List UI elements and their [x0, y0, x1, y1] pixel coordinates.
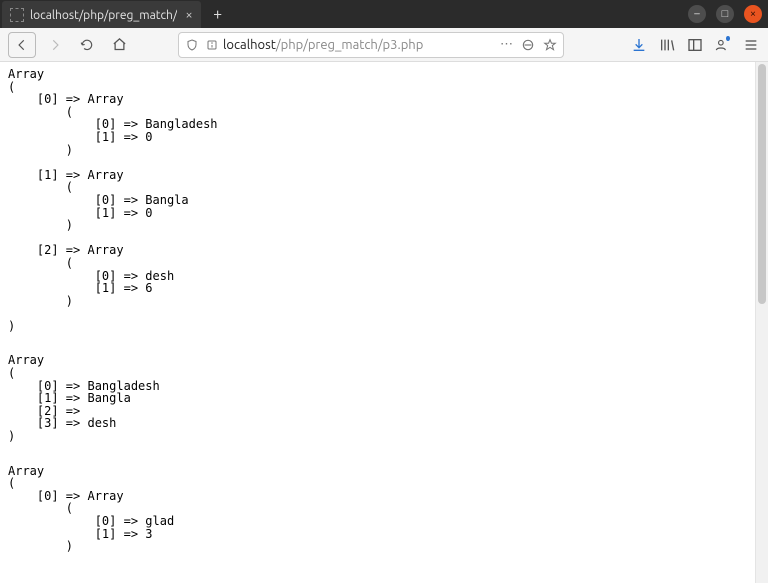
arrow-right-icon — [48, 38, 62, 52]
nav-back-button[interactable] — [8, 32, 36, 58]
url-text: localhost/php/preg_match/p3.php — [223, 38, 500, 52]
toolbar-right — [630, 36, 760, 54]
nav-toolbar: localhost/php/preg_match/p3.php ⋯ — [0, 28, 768, 62]
php-output-block-2: Array ( [0] => Array ( [0] => glad [1] =… — [8, 465, 746, 566]
browser-tab[interactable]: localhost/php/preg_match/ × — [2, 1, 201, 29]
php-output-block-0: Array ( [0] => Array ( [0] => Bangladesh… — [8, 68, 746, 332]
tab-close-button[interactable]: × — [185, 8, 192, 22]
downloads-button[interactable] — [630, 36, 648, 54]
page-content: Array ( [0] => Array ( [0] => Bangladesh… — [0, 62, 754, 583]
scrollbar-thumb[interactable] — [758, 64, 766, 304]
new-tab-button[interactable]: + — [207, 3, 229, 25]
nav-home-button[interactable] — [106, 32, 132, 58]
window-maximize-button[interactable]: □ — [716, 5, 734, 23]
urlbar-right-icons: ⋯ — [500, 37, 557, 52]
library-button[interactable] — [658, 36, 676, 54]
window-titlebar: localhost/php/preg_match/ × + – □ × — [0, 0, 768, 28]
page-viewport: Array ( [0] => Array ( [0] => Bangladesh… — [0, 62, 768, 583]
tab-title: localhost/php/preg_match/ — [30, 9, 177, 22]
info-icon — [205, 38, 219, 52]
shield-icon — [185, 38, 199, 52]
tab-favicon-icon — [10, 8, 24, 22]
home-icon — [112, 37, 127, 52]
url-path: /php/preg_match/p3.php — [276, 38, 423, 52]
account-button[interactable] — [714, 36, 732, 54]
ellipsis-icon[interactable]: ⋯ — [500, 37, 513, 52]
hamburger-menu-button[interactable] — [742, 36, 760, 54]
nav-forward-button — [42, 32, 68, 58]
arrow-left-icon — [15, 38, 29, 52]
notification-dot-icon — [726, 36, 730, 41]
reload-icon — [80, 38, 94, 52]
php-output-block-1: Array ( [0] => Bangladesh [1] => Bangla … — [8, 354, 746, 442]
url-bar[interactable]: localhost/php/preg_match/p3.php ⋯ — [178, 32, 564, 58]
sidebar-button[interactable] — [686, 36, 704, 54]
nav-reload-button[interactable] — [74, 32, 100, 58]
window-minimize-button[interactable]: – — [688, 5, 706, 23]
vertical-scrollbar[interactable] — [755, 62, 768, 583]
reader-icon[interactable] — [521, 38, 535, 52]
window-close-button[interactable]: × — [744, 5, 762, 23]
bookmark-star-icon[interactable] — [543, 38, 557, 52]
url-host: localhost — [223, 38, 276, 52]
